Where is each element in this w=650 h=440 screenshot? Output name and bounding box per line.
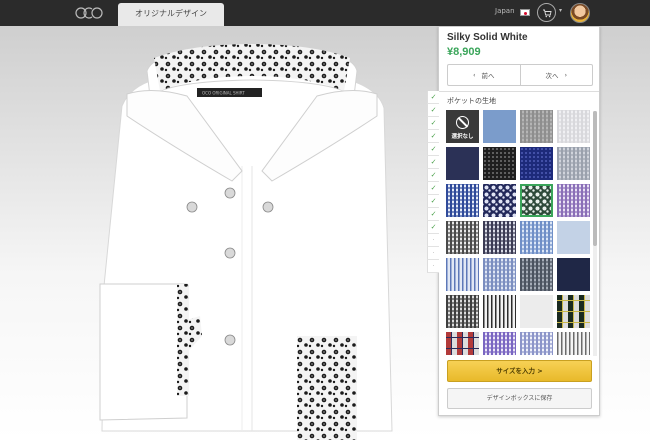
shirt-preview-image: OCO ORIGINAL SHIRT bbox=[99, 44, 393, 440]
check-icon[interactable]: ✓ bbox=[427, 156, 439, 169]
avatar[interactable] bbox=[570, 3, 590, 23]
fabric-swatch[interactable] bbox=[520, 221, 553, 254]
fabric-swatch[interactable] bbox=[446, 258, 479, 291]
divider bbox=[439, 91, 599, 92]
japan-flag-icon[interactable] bbox=[520, 9, 530, 16]
fabric-swatch[interactable] bbox=[520, 258, 553, 291]
fabric-pager: ‹ 前へ 次へ › bbox=[447, 64, 593, 86]
step-marker[interactable]: · bbox=[427, 247, 439, 260]
fabric-swatch[interactable] bbox=[483, 221, 516, 254]
no-selection-label: 選択なし bbox=[451, 134, 474, 140]
tab-original-design[interactable]: オリジナルデザイン bbox=[118, 3, 224, 26]
check-icon[interactable]: ✓ bbox=[427, 91, 439, 104]
fabric-swatch[interactable] bbox=[557, 295, 590, 328]
check-icon[interactable]: ✓ bbox=[427, 117, 439, 130]
section-title: ポケットの生地 bbox=[447, 97, 496, 105]
fabric-swatch[interactable] bbox=[520, 147, 553, 180]
fabric-swatch[interactable] bbox=[483, 295, 516, 328]
fabric-swatch[interactable] bbox=[520, 295, 553, 328]
scrollbar-thumb[interactable] bbox=[593, 111, 597, 246]
top-navigation-bar: オリジナルデザイン Japan ▾ bbox=[0, 0, 650, 26]
fabric-swatch[interactable] bbox=[520, 110, 553, 143]
step-marker[interactable]: · bbox=[427, 260, 439, 273]
cart-icon[interactable] bbox=[537, 3, 556, 22]
fabric-swatch[interactable] bbox=[446, 147, 479, 180]
check-icon[interactable]: ✓ bbox=[427, 182, 439, 195]
check-icon[interactable]: ✓ bbox=[427, 143, 439, 156]
fabric-swatch-grid: 選択なし bbox=[446, 110, 590, 355]
product-price: ¥8,909 bbox=[447, 46, 481, 58]
step-marker[interactable]: · bbox=[427, 234, 439, 247]
fabric-swatch[interactable] bbox=[483, 332, 516, 355]
swatch-none[interactable]: 選択なし bbox=[446, 110, 479, 143]
check-icon[interactable]: ✓ bbox=[427, 169, 439, 182]
fabric-swatch[interactable] bbox=[557, 184, 590, 217]
product-name: Silky Solid White bbox=[447, 32, 528, 43]
swatch-scrollbar[interactable] bbox=[593, 111, 597, 356]
chevron-down-icon[interactable]: ▾ bbox=[559, 7, 562, 14]
check-icon[interactable]: ✓ bbox=[427, 221, 439, 234]
customization-panel: Silky Solid White ¥8,909 ‹ 前へ 次へ › ✓ ✓ ✓ ✓ ✓… bbox=[427, 26, 600, 416]
no-selection-icon bbox=[456, 116, 469, 129]
fabric-swatch[interactable] bbox=[446, 221, 479, 254]
chevron-left-icon: ‹ bbox=[472, 71, 476, 79]
svg-text:OCO ORIGINAL SHIRT: OCO ORIGINAL SHIRT bbox=[202, 91, 245, 96]
step-checklist: ✓ ✓ ✓ ✓ ✓ ✓ ✓ ✓ ✓ ✓ ✓ · · · bbox=[427, 91, 439, 273]
fabric-swatch[interactable] bbox=[446, 332, 479, 355]
fabric-swatch[interactable] bbox=[446, 184, 479, 217]
fabric-swatch[interactable] bbox=[520, 184, 553, 217]
fabric-swatch[interactable] bbox=[483, 258, 516, 291]
fabric-swatch[interactable] bbox=[483, 184, 516, 217]
save-to-design-box-button[interactable]: デザインボックスに保存 bbox=[447, 388, 592, 409]
check-icon[interactable]: ✓ bbox=[427, 208, 439, 221]
next-button[interactable]: 次へ › bbox=[519, 65, 593, 85]
check-icon[interactable]: ✓ bbox=[427, 104, 439, 117]
fabric-swatch[interactable] bbox=[483, 110, 516, 143]
fabric-swatch[interactable] bbox=[557, 332, 590, 355]
enter-size-button[interactable]: サイズを入力 > bbox=[447, 360, 592, 382]
chevron-right-icon: › bbox=[564, 71, 568, 79]
fabric-swatch[interactable] bbox=[557, 221, 590, 254]
oco-logo[interactable] bbox=[74, 6, 104, 20]
fabric-swatch[interactable] bbox=[483, 147, 516, 180]
fabric-swatch[interactable] bbox=[557, 110, 590, 143]
fabric-swatch[interactable] bbox=[557, 258, 590, 291]
check-icon[interactable]: ✓ bbox=[427, 130, 439, 143]
next-label: 次へ bbox=[545, 72, 559, 80]
prev-label: 前へ bbox=[481, 72, 495, 80]
fabric-swatch[interactable] bbox=[446, 295, 479, 328]
check-icon[interactable]: ✓ bbox=[427, 195, 439, 208]
prev-button[interactable]: ‹ 前へ bbox=[448, 65, 520, 85]
fabric-swatch[interactable] bbox=[520, 332, 553, 355]
fabric-swatch[interactable] bbox=[557, 147, 590, 180]
region-label[interactable]: Japan bbox=[495, 7, 515, 15]
